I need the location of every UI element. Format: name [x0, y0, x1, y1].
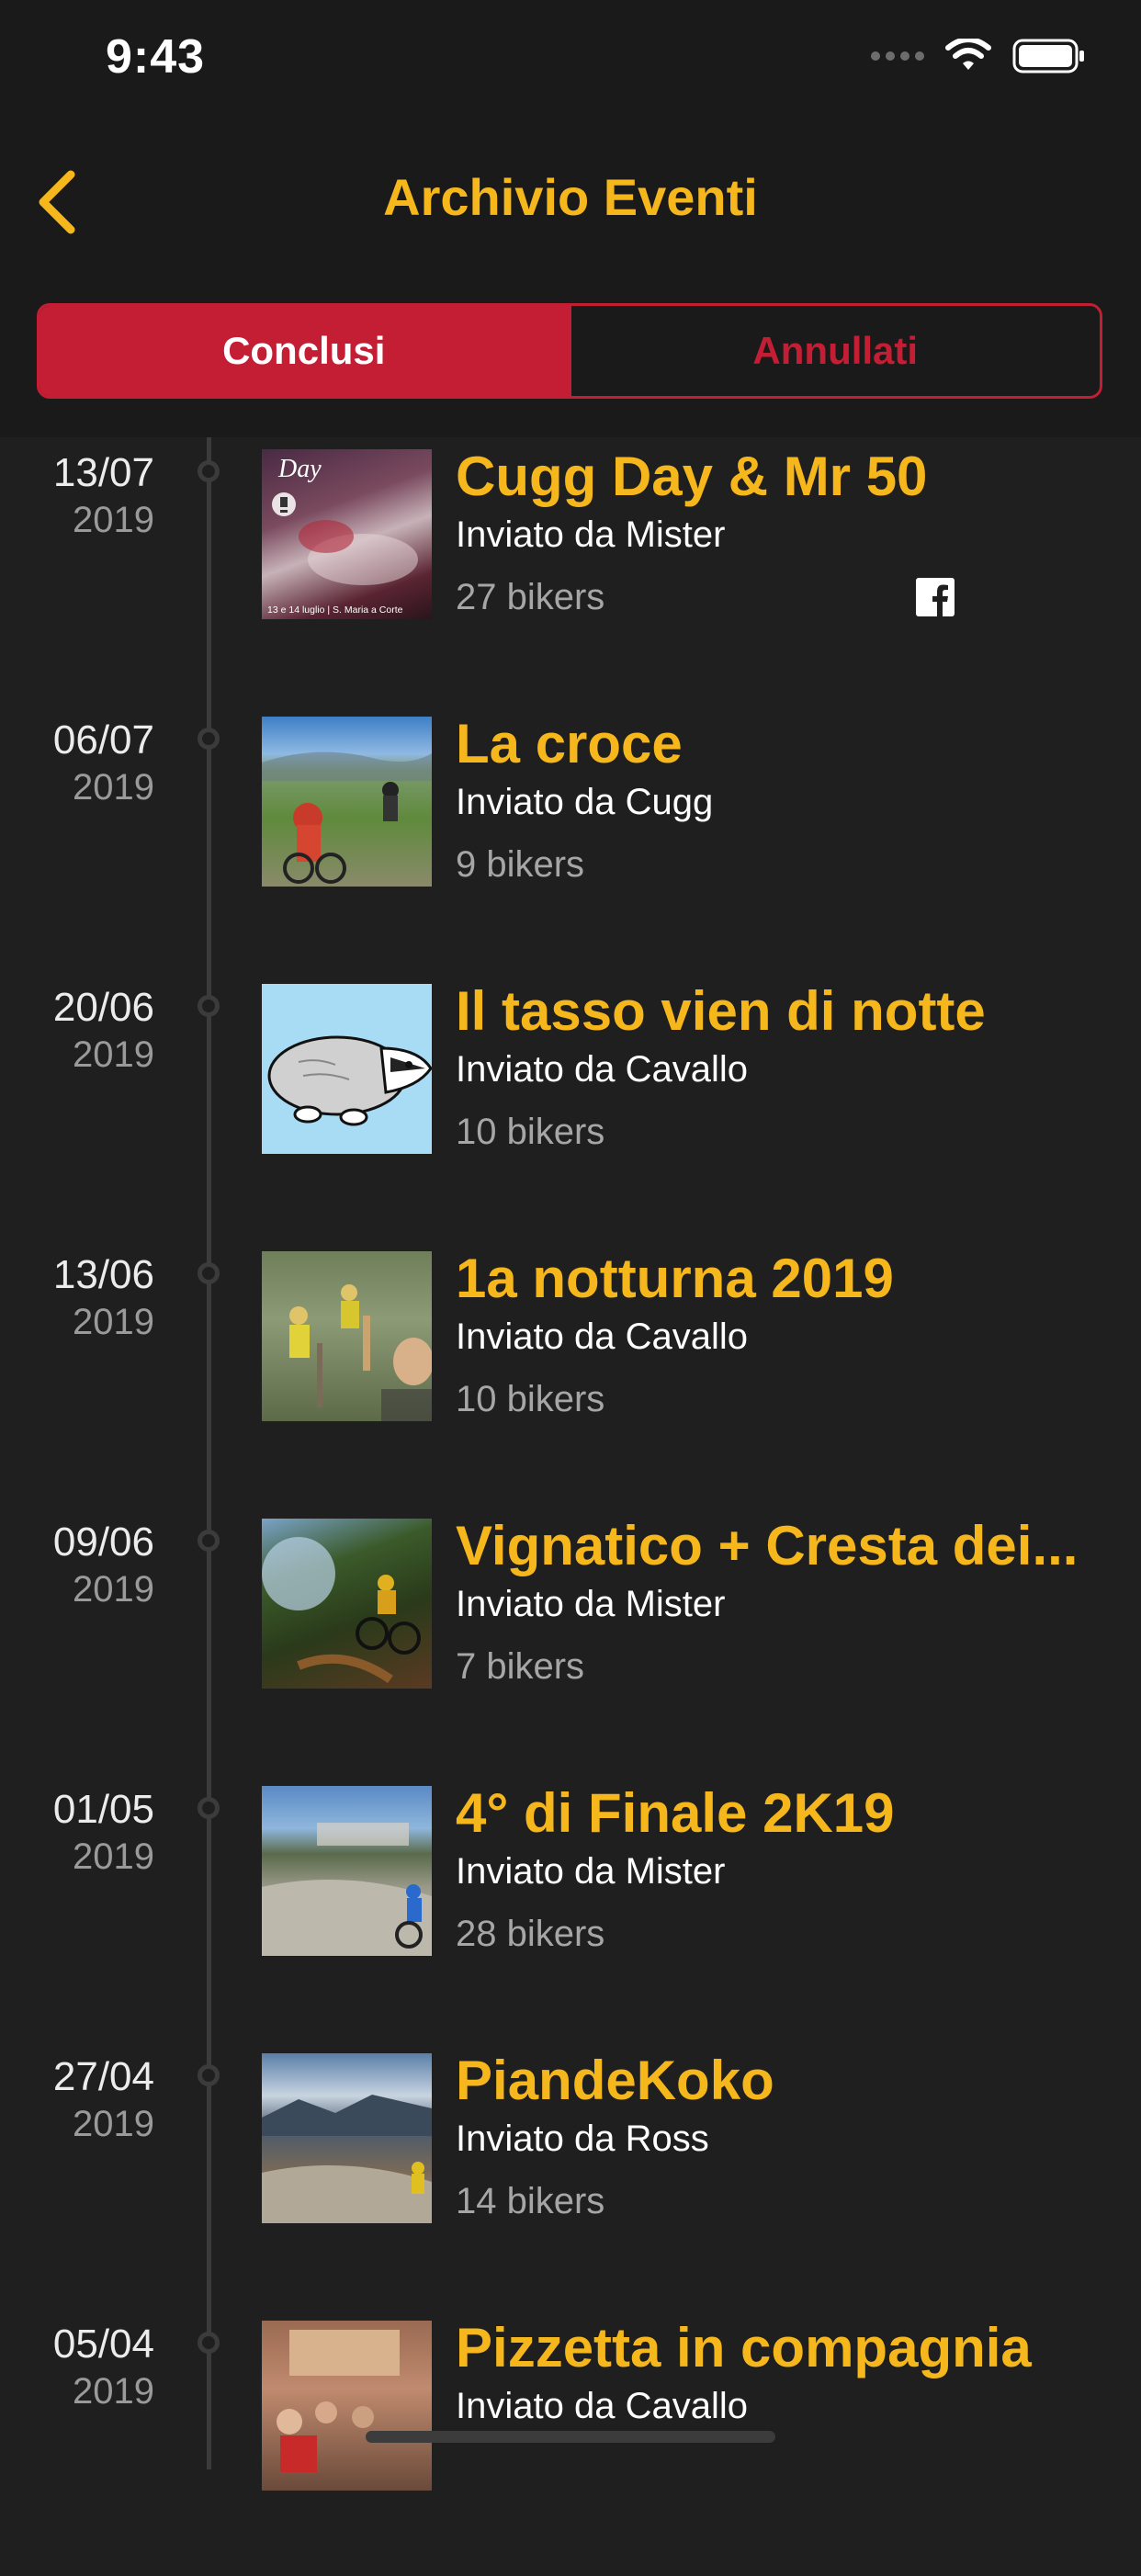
event-thumbnail: [262, 984, 432, 1154]
event-title: La croce: [456, 713, 683, 774]
event-row[interactable]: 13/06 2019 1a notturna 2019 Inviato da C…: [0, 1239, 1141, 1507]
event-year: 2019: [73, 1034, 154, 1075]
home-indicator: [366, 2431, 775, 2443]
status-icons: [871, 39, 1086, 73]
timeline-dot: [198, 1797, 220, 1819]
event-title: Pizzetta in compagnia: [456, 2317, 1032, 2378]
event-row[interactable]: 13/07 2019 Day 13 e 14 luglio | S. Maria…: [0, 437, 1141, 705]
event-bikers: 10 bikers: [456, 1379, 605, 1419]
timeline-dot: [198, 1530, 220, 1552]
event-author: Inviato da Cavallo: [456, 1049, 748, 1090]
event-author: Inviato da Cavallo: [456, 2386, 748, 2426]
event-year: 2019: [73, 2104, 154, 2144]
top-bar: 9:43 Archivio Eventi Conclusi Annullati: [0, 0, 1141, 437]
event-year: 2019: [73, 767, 154, 808]
timeline-dot: [198, 728, 220, 750]
event-date: 20/06: [52, 985, 154, 1030]
event-year: 2019: [73, 1836, 154, 1877]
timeline-dot: [198, 2332, 220, 2354]
event-thumbnail: [262, 1251, 432, 1421]
event-date: 01/05: [52, 1787, 154, 1832]
event-year: 2019: [73, 1569, 154, 1610]
event-date: 06/07: [52, 717, 154, 763]
wifi-icon: [945, 39, 991, 70]
page-title: Archivio Eventi: [383, 168, 758, 226]
event-date: 27/04: [52, 2054, 154, 2099]
event-author: Inviato da Cugg: [456, 782, 714, 822]
event-row[interactable]: 27/04 2019 PiandeKoko Inviato da Ross 14…: [0, 2041, 1141, 2309]
event-row[interactable]: 09/06 2019 Vignatico + Cresta dei... Inv…: [0, 1507, 1141, 1774]
event-author: Inviato da Mister: [456, 1584, 726, 1624]
event-thumbnail: [262, 1519, 432, 1689]
event-bikers: 27 bikers: [456, 577, 605, 617]
timeline-dot: [198, 1262, 220, 1284]
event-date: 13/07: [52, 450, 154, 495]
event-year: 2019: [73, 1302, 154, 1342]
event-bikers: 14 bikers: [456, 2181, 605, 2221]
event-thumbnail: [262, 2053, 432, 2223]
event-author: Inviato da Mister: [456, 514, 726, 555]
event-author: Inviato da Mister: [456, 1851, 726, 1892]
event-title: Vignatico + Cresta dei...: [456, 1515, 1079, 1576]
timeline-dot: [198, 2064, 220, 2086]
event-title: Il tasso vien di notte: [456, 980, 986, 1042]
battery-icon: [1012, 39, 1084, 73]
event-year: 2019: [73, 2371, 154, 2412]
event-date: 09/06: [52, 1520, 154, 1565]
event-bikers: 10 bikers: [456, 1112, 605, 1152]
event-row[interactable]: 20/06 2019 Il tasso vien di notte Inviat…: [0, 972, 1141, 1239]
event-author: Inviato da Ross: [456, 2118, 709, 2159]
tab-conclusi[interactable]: Conclusi: [40, 306, 569, 396]
event-row[interactable]: 06/07 2019 La croce Inviato da Cugg 9 bi…: [0, 705, 1141, 972]
event-thumbnail: [262, 2321, 432, 2491]
navigation-bar: Archivio Eventi: [0, 156, 1141, 243]
event-thumbnail: [262, 1786, 432, 1956]
event-thumbnail: Day 13 e 14 luglio | S. Maria a Corte: [262, 449, 432, 619]
event-year: 2019: [73, 500, 154, 540]
event-title: PiandeKoko: [456, 2050, 774, 2111]
thumb-caption-text: 13 e 14 luglio | S. Maria a Corte: [267, 604, 403, 616]
facebook-icon[interactable]: [916, 578, 955, 616]
event-author: Inviato da Cavallo: [456, 1316, 748, 1357]
event-title: 1a notturna 2019: [456, 1248, 894, 1309]
event-bikers: 28 bikers: [456, 1914, 605, 1954]
status-time: 9:43: [106, 30, 206, 84]
signal-icon: [871, 51, 924, 61]
event-row[interactable]: 01/05 2019 4° di Finale 2K19 Inviato da …: [0, 1774, 1141, 2041]
event-thumbnail: [262, 717, 432, 887]
thumb-overlay-text: Day: [277, 455, 322, 483]
event-bikers: 9 bikers: [456, 844, 585, 885]
event-bikers: 7 bikers: [456, 1646, 585, 1687]
segmented-control: Conclusi Annullati: [37, 303, 1102, 399]
event-date: 13/06: [52, 1252, 154, 1297]
tab-annullati[interactable]: Annullati: [568, 306, 1100, 396]
event-date: 05/04: [52, 2322, 154, 2367]
event-title: Cugg Day & Mr 50: [456, 446, 928, 507]
event-title: 4° di Finale 2K19: [456, 1782, 895, 1844]
timeline-dot: [198, 460, 220, 482]
timeline-dot: [198, 995, 220, 1017]
